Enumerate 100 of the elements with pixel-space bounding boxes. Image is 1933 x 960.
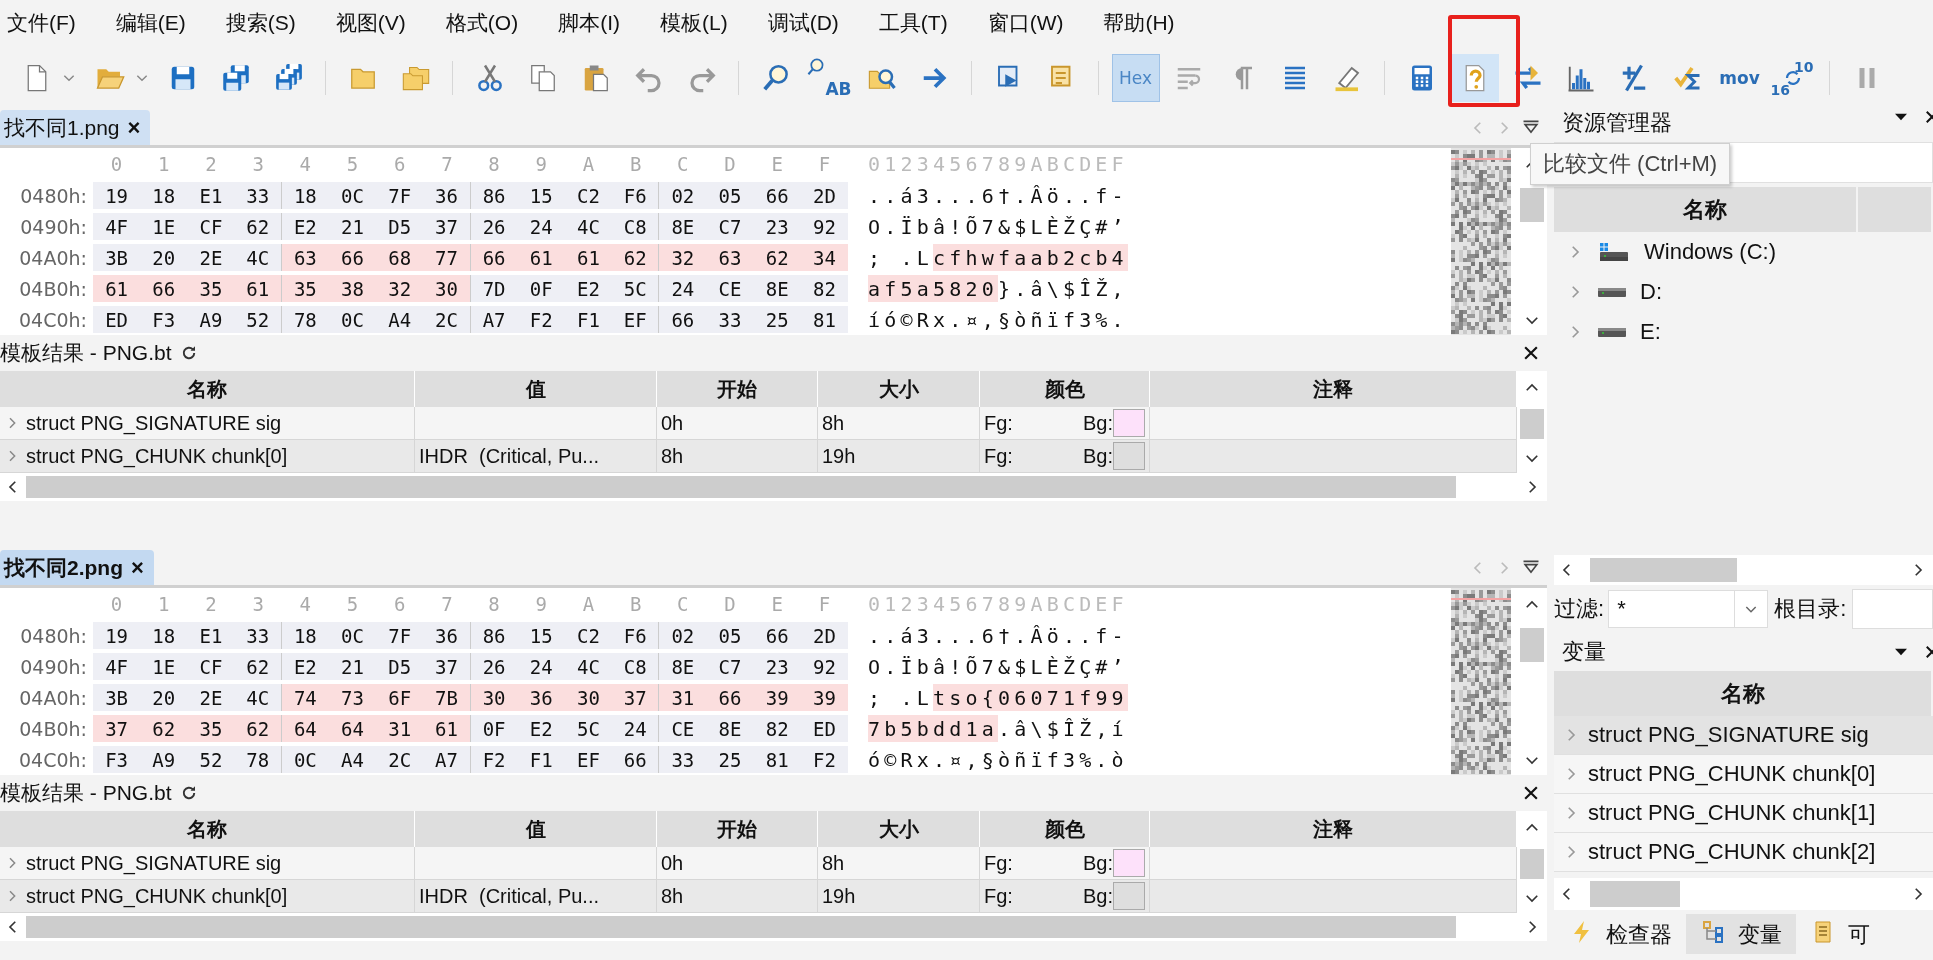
- hex-byte[interactable]: C2: [564, 622, 613, 649]
- hex-byte[interactable]: 30: [470, 684, 518, 711]
- column-header[interactable]: 颜色: [1044, 375, 1085, 403]
- hex-byte[interactable]: 62: [612, 244, 660, 271]
- scrollbar-thumb[interactable]: [1590, 558, 1737, 582]
- hex-byte[interactable]: 21: [328, 213, 377, 240]
- hex-byte[interactable]: 38: [328, 275, 377, 302]
- hex-byte[interactable]: 7F: [376, 622, 424, 649]
- hex-byte[interactable]: 35: [281, 275, 329, 302]
- hex-byte[interactable]: A4: [376, 306, 424, 333]
- hex-byte[interactable]: 61: [564, 244, 613, 271]
- file-tab[interactable]: 找不同2.png ×: [0, 550, 154, 585]
- scrollbar-thumb[interactable]: [26, 916, 1456, 938]
- hex-byte[interactable]: 1E: [140, 213, 188, 240]
- hex-byte[interactable]: 86: [470, 622, 518, 649]
- hex-byte[interactable]: 66: [753, 622, 801, 649]
- hex-byte[interactable]: 25: [706, 746, 754, 773]
- hex-byte[interactable]: 26: [470, 213, 518, 240]
- scrollbar[interactable]: [1517, 811, 1547, 913]
- hex-byte[interactable]: F1: [517, 746, 565, 773]
- column-header[interactable]: 名称: [187, 815, 227, 843]
- hex-byte[interactable]: 0C: [328, 306, 377, 333]
- hex-byte[interactable]: 35: [187, 275, 235, 302]
- hex-byte[interactable]: 66: [612, 746, 660, 773]
- hex-byte[interactable]: 1E: [140, 653, 188, 680]
- hex-byte[interactable]: CF: [187, 653, 235, 680]
- toolbar-button[interactable]: mov: [1715, 54, 1764, 102]
- hex-byte[interactable]: 31: [659, 684, 707, 711]
- hex-byte[interactable]: 61: [93, 275, 141, 302]
- hex-byte[interactable]: 66: [328, 244, 377, 271]
- hex-byte[interactable]: 68: [376, 244, 424, 271]
- hex-byte[interactable]: 86: [470, 182, 518, 209]
- hex-byte[interactable]: EF: [612, 306, 660, 333]
- hex-byte[interactable]: A7: [470, 306, 518, 333]
- hex-byte[interactable]: C8: [612, 653, 660, 680]
- hex-byte[interactable]: 61: [234, 275, 282, 302]
- column-header[interactable]: 开始: [717, 815, 757, 843]
- hex-byte[interactable]: 82: [753, 715, 801, 742]
- toolbar-button[interactable]: [1450, 54, 1499, 102]
- hex-byte[interactable]: 0F: [470, 715, 518, 742]
- table-row[interactable]: struct PNG_CHUNK chunk[0] IHDR (Critical, Pu... 8h 19h Fg: Bg:: [0, 440, 1517, 473]
- column-header[interactable]: 大小: [878, 375, 919, 403]
- hex-byte[interactable]: 92: [800, 653, 848, 680]
- menu-item[interactable]: 模板(L): [653, 9, 744, 37]
- hex-byte[interactable]: 2E: [187, 244, 235, 271]
- column-header[interactable]: 值: [525, 375, 546, 403]
- ascii-text[interactable]: 7b5bdd1a: [868, 715, 998, 742]
- hex-byte[interactable]: 62: [234, 653, 282, 680]
- hex-byte[interactable]: 18: [140, 182, 188, 209]
- color-swatch[interactable]: [1113, 882, 1145, 910]
- hex-byte[interactable]: 78: [234, 746, 282, 773]
- hex-byte[interactable]: 4C: [564, 213, 613, 240]
- hex-byte[interactable]: 18: [140, 622, 188, 649]
- close-button[interactable]: ×: [127, 114, 141, 141]
- hex-byte[interactable]: 30: [564, 684, 613, 711]
- hex-byte[interactable]: 81: [800, 306, 848, 333]
- hex-byte[interactable]: 0F: [517, 275, 565, 302]
- tree-item[interactable]: D:: [1554, 272, 1933, 312]
- hex-byte[interactable]: 05: [706, 622, 754, 649]
- hex-byte[interactable]: E2: [281, 213, 329, 240]
- scrollbar[interactable]: [1554, 878, 1933, 910]
- ascii-text[interactable]: ..á3...6†.Âö..f-: [868, 182, 1128, 209]
- column-header[interactable]: 名称: [1554, 671, 1933, 716]
- hex-byte[interactable]: 34: [800, 244, 848, 271]
- hex-byte[interactable]: 4C: [234, 244, 282, 271]
- hex-byte[interactable]: 66: [706, 684, 754, 711]
- menu-item[interactable]: 编辑(E): [108, 9, 202, 37]
- hex-byte[interactable]: E1: [187, 622, 235, 649]
- menu-item[interactable]: 脚本(I): [551, 9, 636, 37]
- hex-byte[interactable]: A9: [140, 746, 188, 773]
- panel-tab[interactable]: 变量: [1686, 914, 1796, 954]
- hex-byte[interactable]: 61: [423, 715, 471, 742]
- hex-byte[interactable]: 4C: [564, 653, 613, 680]
- hex-byte[interactable]: 6F: [376, 684, 424, 711]
- hex-byte[interactable]: E2: [281, 653, 329, 680]
- ascii-text[interactable]: O.Ïbâ!Õ7&$LÈŽÇ#’: [868, 653, 1128, 680]
- hex-byte[interactable]: 24: [659, 275, 707, 302]
- hex-byte[interactable]: 5C: [564, 715, 613, 742]
- color-swatch[interactable]: [1113, 442, 1145, 470]
- hex-byte[interactable]: 74: [281, 684, 329, 711]
- hex-byte[interactable]: 15: [517, 622, 565, 649]
- tree-item[interactable]: Windows (C:): [1554, 232, 1933, 272]
- hex-byte[interactable]: 18: [281, 182, 329, 209]
- hex-byte[interactable]: 62: [234, 715, 282, 742]
- scrollbar-thumb[interactable]: [1520, 409, 1544, 439]
- hex-byte[interactable]: 36: [517, 684, 565, 711]
- hex-byte[interactable]: 52: [234, 306, 282, 333]
- hex-byte[interactable]: C8: [612, 213, 660, 240]
- hex-byte[interactable]: D5: [376, 213, 424, 240]
- hex-byte[interactable]: 18: [281, 622, 329, 649]
- hex-byte[interactable]: 37: [423, 213, 471, 240]
- hex-byte[interactable]: 33: [659, 746, 707, 773]
- hex-byte[interactable]: F6: [612, 622, 660, 649]
- hex-byte[interactable]: 64: [281, 715, 329, 742]
- color-swatch[interactable]: [1113, 849, 1145, 877]
- hex-byte[interactable]: 66: [470, 244, 518, 271]
- hex-byte[interactable]: 8E: [753, 275, 801, 302]
- hex-byte[interactable]: 63: [706, 244, 754, 271]
- hex-byte[interactable]: 2D: [800, 182, 848, 209]
- table-row[interactable]: struct PNG_SIGNATURE sig 0h 8h Fg: Bg:: [0, 407, 1517, 440]
